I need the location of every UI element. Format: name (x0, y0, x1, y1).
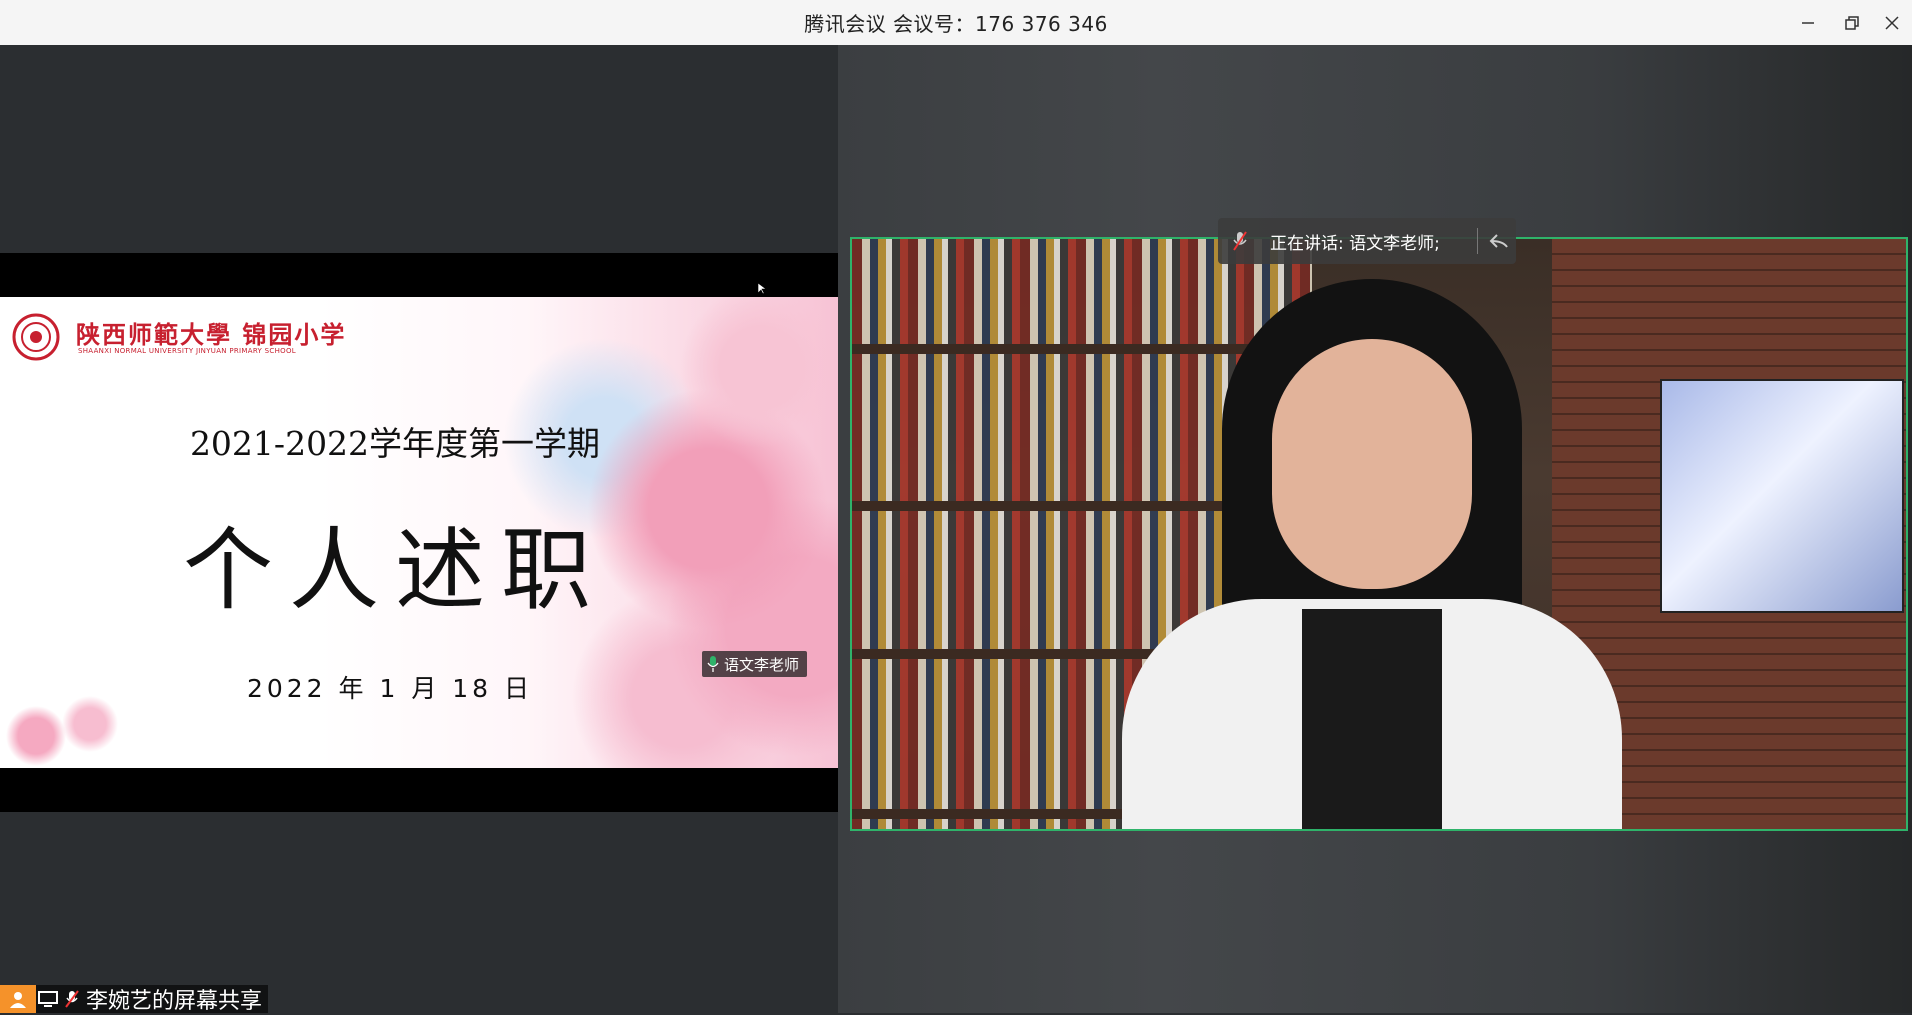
slide-date: 2022 年 1 月 18 日 (246, 674, 534, 703)
divider (1477, 228, 1478, 254)
letterbox-top (0, 253, 838, 297)
face (1272, 339, 1472, 589)
speaking-label: 正在讲话: 语文李老师; (1270, 233, 1440, 254)
user-avatar (0, 985, 36, 1013)
speaking-indicator: 正在讲话: 语文李老师; (1218, 218, 1516, 264)
school-logo (12, 313, 60, 361)
close-icon (1885, 15, 1899, 30)
close-button[interactable] (1870, 0, 1912, 45)
participant-video[interactable] (850, 237, 1908, 831)
restore-button[interactable] (1830, 0, 1874, 45)
mouse-cursor-icon (758, 283, 766, 295)
slide-term: 2021-2022学年度第一学期 (189, 424, 601, 463)
minimize-icon (1802, 21, 1814, 24)
reply-arrow-icon (1489, 234, 1508, 248)
participant-name-tag: 语文李老师 (702, 651, 808, 677)
screen-share-icon (38, 991, 58, 1007)
video-pane[interactable] (838, 45, 1912, 1013)
slide-title: 个人述职 (183, 518, 607, 623)
title-bar: 腾讯会议 会议号：176 376 346 (0, 0, 1912, 45)
speaking-mic-icon-wrap (1218, 218, 1262, 264)
muted-mic-icon (1233, 231, 1247, 251)
mic-icon (707, 656, 719, 672)
screen-share-icon-wrap (36, 985, 60, 1013)
collapse-button[interactable] (1482, 218, 1516, 264)
jacket-inner (1302, 609, 1442, 829)
muted-mic-icon-wrap (60, 985, 84, 1013)
user-icon (10, 992, 26, 1008)
muted-mic-icon (65, 990, 79, 1008)
presentation-slide: 陕西师範大學 锦园小学 SHAANXI NORMAL UNIVERSITY JI… (0, 297, 838, 768)
minimize-button[interactable] (1786, 0, 1830, 45)
participant-name: 语文李老师 (724, 655, 800, 674)
background-monitor (1660, 379, 1904, 613)
meeting-title: 腾讯会议 会议号：176 376 346 (804, 12, 1108, 36)
shared-screen-pane[interactable]: 陕西师範大學 锦园小学 SHAANXI NORMAL UNIVERSITY JI… (0, 45, 838, 1013)
restore-icon (1845, 15, 1859, 30)
letterbox-bottom (0, 768, 838, 812)
participant-person (1112, 279, 1632, 829)
screen-share-label: 李婉艺的屏幕共享 (0, 985, 269, 1014)
share-owner-label: 李婉艺的屏幕共享 (86, 989, 263, 1014)
school-name: 陕西师範大學 锦园小学 (76, 320, 347, 349)
school-name-english: SHAANXI NORMAL UNIVERSITY JINYUAN PRIMAR… (78, 347, 296, 355)
